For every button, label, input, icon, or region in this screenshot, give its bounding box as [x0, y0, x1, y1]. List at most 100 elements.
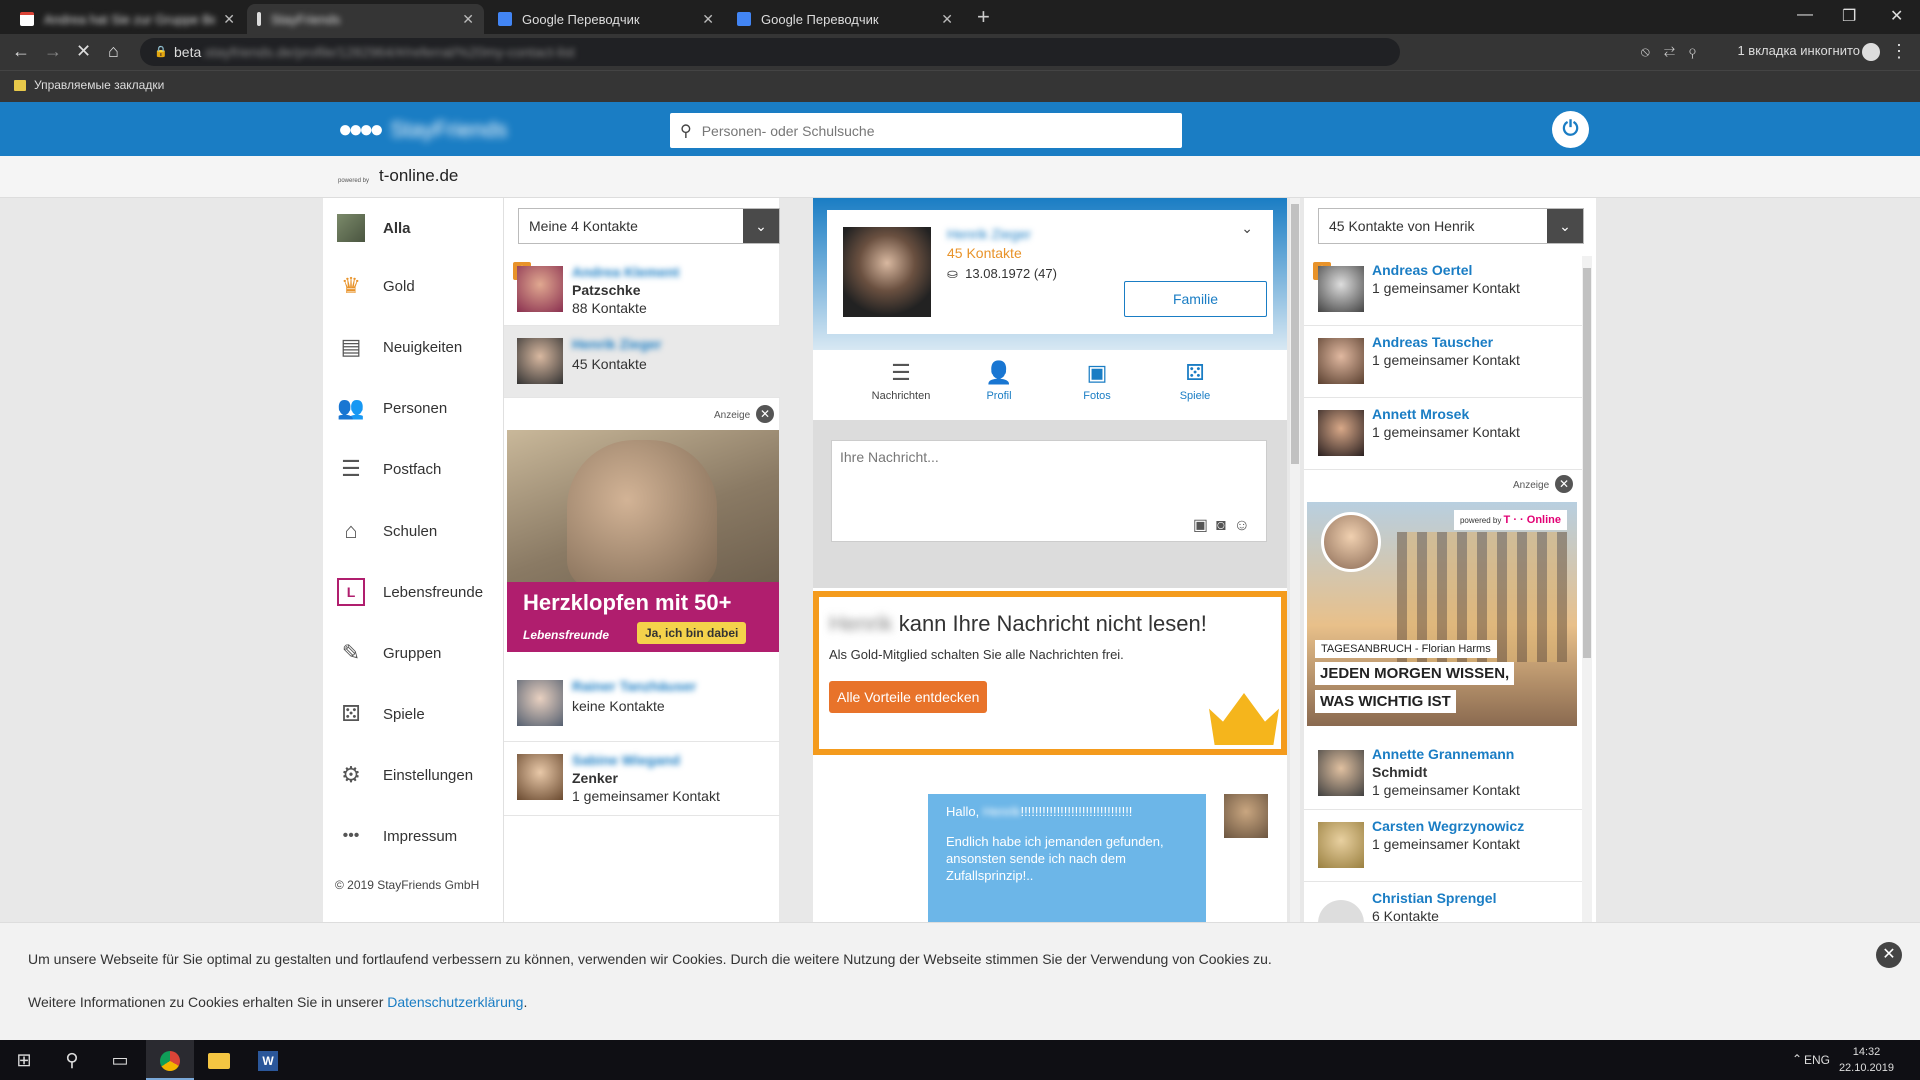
maximize-button[interactable]: ❐ — [1842, 6, 1856, 26]
nav-item-persons[interactable]: 👥 Personen — [337, 394, 447, 422]
contact-name[interactable]: Christian Sprengel — [1372, 890, 1496, 906]
chrome-icon[interactable] — [146, 1040, 194, 1080]
avatar — [1318, 822, 1364, 868]
contact-item[interactable]: Annett Mrosek 1 gemeinsamer Kontakt — [1304, 398, 1584, 470]
browser-tab-translate-1[interactable]: Google Переводчик ✕ — [488, 4, 724, 34]
browser-tab-translate-2[interactable]: Google Переводчик ✕ — [727, 4, 963, 34]
attach-icons[interactable]: ▣◙☺ — [1193, 515, 1258, 535]
chat-greeting: Hallo, Henrik!!!!!!!!!!!!!!!!!!!!!!!!!!!… — [946, 804, 1188, 819]
nav-item-news[interactable]: ▤ Neuigkeiten — [337, 333, 463, 361]
chevron-up-icon[interactable]: ⌃ — [1792, 1052, 1802, 1066]
file-explorer-icon[interactable] — [195, 1040, 243, 1080]
url-input[interactable]: 🔒 beta.stayfriends.de/profile/1282964/#/… — [140, 38, 1400, 66]
relation-button[interactable]: Familie — [1124, 281, 1267, 317]
contact-item[interactable]: Christian Sprengel 6 Kontakte — [1304, 882, 1584, 922]
contact-name[interactable]: Andreas Tauscher — [1372, 334, 1493, 350]
close-ad-icon[interactable]: ✕ — [756, 405, 774, 423]
home-icon[interactable]: ⌂ — [108, 41, 119, 62]
nav-item-settings[interactable]: ⚙ Einstellungen — [337, 761, 473, 789]
windows-start-icon[interactable]: ⊞ — [0, 1040, 48, 1080]
forward-icon[interactable]: → — [44, 41, 62, 62]
ad-line-1: TAGESANBRUCH - Florian Harms — [1315, 640, 1497, 658]
right-scrollbar[interactable] — [1582, 256, 1592, 922]
chevron-down-icon[interactable]: ⌄ — [1241, 220, 1253, 237]
close-ad-icon[interactable]: ✕ — [1555, 475, 1573, 493]
contact-name[interactable]: Rainer Tanzhäuser — [572, 678, 696, 694]
stop-icon[interactable]: ✕ — [76, 41, 91, 62]
privacy-policy-link[interactable]: Datenschutzerklärung — [387, 994, 523, 1010]
message-compose-area: Ihre Nachricht... ▣◙☺ — [813, 420, 1287, 588]
contact-item-selected[interactable]: Henrik Zieger 45 Kontakte — [504, 326, 780, 398]
close-cookie-banner-button[interactable]: ✕ — [1876, 942, 1902, 968]
contact-item[interactable]: Rainer Tanzhäuser keine Kontakte — [504, 668, 780, 742]
profile-photo[interactable] — [843, 227, 931, 317]
scrollbar-thumb[interactable] — [1583, 268, 1591, 658]
window-close-button[interactable]: ✕ — [1890, 6, 1903, 26]
message-input[interactable]: Ihre Nachricht... ▣◙☺ — [831, 440, 1267, 542]
browser-menu-icon[interactable]: ⋮ — [1890, 41, 1908, 62]
contact-name[interactable]: Annett Mrosek — [1372, 406, 1469, 422]
gold-benefits-button[interactable]: Alle Vorteile entdecken — [829, 681, 988, 713]
close-icon[interactable]: ✕ — [462, 11, 474, 28]
nav-item-lebensfreunde[interactable]: L Lebensfreunde — [337, 578, 483, 606]
word-icon[interactable]: W — [244, 1040, 292, 1080]
scrollbar-thumb[interactable] — [1291, 204, 1299, 464]
lebensfreunde-ad[interactable]: Herzklopfen mit 50+ Lebensfreunde Ja, ic… — [507, 430, 779, 652]
nav-item-schools[interactable]: ⌂ Schulen — [337, 517, 437, 545]
nav-item-games[interactable]: ⚄ Spiele — [337, 700, 424, 728]
contact-item[interactable]: ♛ Andrea Klement Patzschke 88 Kontakte — [504, 254, 780, 326]
nav-item-groups[interactable]: ✎ Gruppen — [337, 639, 442, 667]
message-icon: ☰ — [891, 360, 911, 385]
contact-item[interactable]: Sabine Wiegand Zenker 1 gemeinsamer Kont… — [504, 742, 780, 816]
close-icon[interactable]: ✕ — [223, 11, 235, 28]
friend-contacts-dropdown[interactable]: 45 Kontakte von Henrik ⌄ — [1318, 208, 1584, 244]
minimize-button[interactable]: — — [1797, 6, 1813, 24]
language-indicator[interactable]: ENG — [1804, 1053, 1830, 1067]
site-search-input[interactable]: ⚲ Personen- oder Schulsuche — [670, 113, 1182, 148]
browser-tab-stayfriends[interactable]: StayFriends ✕ — [247, 4, 484, 34]
incognito-icon[interactable] — [1862, 43, 1880, 61]
tab-profile[interactable]: 👤 Profil — [951, 350, 1047, 420]
avatar — [1318, 338, 1364, 384]
search-icon[interactable]: ⚲ — [48, 1040, 96, 1080]
tab-photos[interactable]: ▣ Fotos — [1049, 350, 1145, 420]
tab-label: Profil — [986, 390, 1012, 402]
contact-item[interactable]: Annette Grannemann Schmidt 1 gemeinsamer… — [1304, 738, 1584, 810]
tab-label: Fotos — [1083, 390, 1111, 402]
contact-name[interactable]: Sabine Wiegand — [572, 752, 680, 768]
logout-power-button[interactable]: ⏻ — [1552, 111, 1589, 148]
back-icon[interactable]: ← — [12, 41, 30, 62]
contact-item[interactable]: Andreas Tauscher 1 gemeinsamer Kontakt — [1304, 326, 1584, 398]
contact-name[interactable]: Andreas Oertel — [1372, 262, 1472, 278]
contact-name[interactable]: Annette Grannemann — [1372, 746, 1514, 762]
contact-name[interactable]: Henrik Zieger — [572, 336, 661, 352]
chat-icon: ☰ — [341, 456, 361, 481]
contact-name[interactable]: Carsten Wegrzynowicz — [1372, 818, 1524, 834]
browser-tab-gmail[interactable]: Andrea hat Sie zur Gruppe Beto ✕ — [10, 4, 245, 34]
my-contacts-dropdown[interactable]: Meine 4 Kontakte ⌄ — [518, 208, 780, 244]
profile-panel: Henrik Zieger 45 Kontakte ⛀ 13.08.1972 (… — [813, 198, 1287, 922]
nav-item-profile[interactable]: Alla — [337, 214, 411, 242]
close-icon[interactable]: ✕ — [941, 11, 953, 28]
bookmark-folder[interactable]: Управляемые закладки — [14, 78, 164, 92]
t-online-brand[interactable]: t-online.de — [379, 166, 458, 186]
tab-games[interactable]: ⚄ Spiele — [1147, 350, 1243, 420]
address-bar-icons[interactable]: ⦸⇄⚲ — [1641, 43, 1710, 60]
tab-messages[interactable]: ☰ Nachrichten — [853, 350, 949, 420]
nav-item-gold[interactable]: ♛ Gold — [337, 272, 415, 300]
close-icon[interactable]: ✕ — [702, 11, 714, 28]
nav-item-inbox[interactable]: ☰ Postfach — [337, 455, 441, 483]
clock[interactable]: 14:32 22.10.2019 — [1839, 1044, 1894, 1076]
site-logo[interactable]: ●●●● StayFriends — [338, 116, 507, 144]
contact-item[interactable]: Carsten Wegrzynowicz 1 gemeinsamer Konta… — [1304, 810, 1584, 882]
crown-icon — [1209, 693, 1279, 745]
nav-item-imprint[interactable]: ••• Impressum — [337, 822, 458, 850]
ad-cta-button[interactable]: Ja, ich bin dabei — [637, 622, 747, 644]
contact-item[interactable]: ♛ Andreas Oertel 1 gemeinsamer Kontakt — [1304, 254, 1584, 326]
new-tab-button[interactable]: + — [977, 4, 990, 30]
t-online-ad[interactable]: powered by T · · Online TAGESANBRUCH - F… — [1307, 502, 1577, 726]
contact-name[interactable]: Andrea Klement — [572, 264, 679, 280]
task-view-icon[interactable]: ▭ — [96, 1040, 144, 1080]
profile-contact-count[interactable]: 45 Kontakte — [947, 245, 1022, 261]
center-scrollbar[interactable] — [1290, 198, 1300, 922]
